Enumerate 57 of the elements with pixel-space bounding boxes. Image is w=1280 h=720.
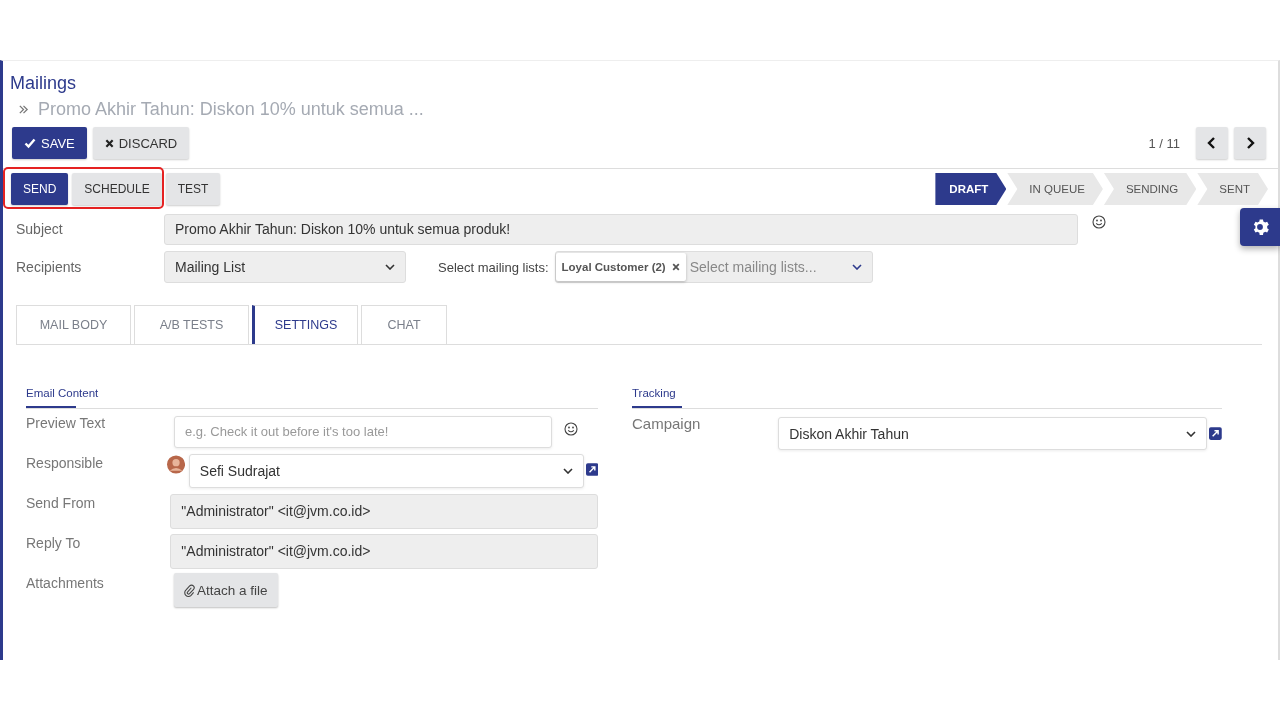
action-button[interactable]: SCHEDULE (72, 173, 162, 205)
subject-field[interactable]: Promo Akhir Tahun: Diskon 10% untuk semua produk! (164, 213, 1078, 245)
paperclip-icon (184, 583, 195, 597)
close-icon[interactable] (671, 263, 680, 271)
preview-text-field[interactable]: e.g. Check it out before it's too late! (174, 415, 552, 448)
mailing-lists-field[interactable]: Loyal Customer (2) Select mailing lists... (554, 251, 873, 283)
tab[interactable]: MAIL BODY (16, 305, 131, 344)
chevron-down-icon (562, 467, 573, 474)
tab[interactable]: A/B TESTS (134, 305, 249, 344)
smiley-icon[interactable] (564, 422, 578, 436)
chevron-right-icon (1245, 137, 1255, 149)
double-chevron-icon (18, 104, 29, 115)
action-button[interactable]: SAVE (12, 127, 87, 159)
action-button[interactable]: DISCARD (92, 127, 190, 159)
tab[interactable]: SETTINGS (252, 305, 358, 344)
stage-tab[interactable]: SENDING (1103, 173, 1197, 205)
chevron-down-icon (851, 264, 862, 270)
stage-tab[interactable]: IN QUEUE (1007, 173, 1103, 205)
external-link-icon[interactable] (1209, 427, 1222, 440)
email-field[interactable]: "Administrator" <it@jvm.co.id> (170, 493, 598, 529)
field-label: Attachments (26, 574, 105, 591)
chevron-left-icon (1207, 137, 1217, 149)
smiley-icon[interactable] (1092, 215, 1106, 229)
record-title: Promo Akhir Tahun: Diskon 10% untuk semua ... (38, 99, 424, 120)
breadcrumb-title[interactable]: Mailings (10, 73, 1278, 97)
tab[interactable]: CHAT (361, 305, 447, 344)
field-label: Preview Text (26, 414, 107, 431)
action-button[interactable]: TEST (165, 173, 221, 205)
chevron-down-icon (385, 264, 395, 270)
field-label: Responsible (26, 454, 105, 471)
email-field[interactable]: "Administrator" <it@jvm.co.id> (170, 533, 598, 569)
chevron-down-icon (1186, 430, 1197, 437)
section-heading: Email Content (26, 387, 598, 409)
responsible-select[interactable]: Sefi Sudrajat (188, 453, 584, 488)
action-button[interactable]: SEND (11, 173, 69, 205)
recipients-select[interactable]: Mailing List (164, 251, 406, 283)
close-icon (104, 138, 114, 148)
campaign-select[interactable]: Diskon Akhir Tahun (778, 417, 1208, 450)
next-button[interactable] (1234, 127, 1266, 159)
stage-tab[interactable]: SENT (1197, 173, 1268, 205)
field-label: Send From (26, 494, 97, 511)
attach-file-button[interactable]: Attach a file (174, 573, 278, 607)
field-label: Reply To (26, 534, 82, 551)
stage-tab[interactable]: DRAFT (935, 173, 1007, 205)
field-label: Subject (16, 221, 64, 237)
section-heading: Tracking (632, 387, 1222, 409)
field-label: Recipients (16, 259, 83, 275)
check-icon (24, 137, 36, 149)
previous-button[interactable] (1196, 127, 1228, 159)
pager-counter: 1 / 11 (1148, 135, 1180, 151)
field-label: Select mailing lists: (438, 259, 549, 275)
avatar-icon (166, 455, 185, 474)
placeholder-text: Select mailing lists... (689, 259, 818, 275)
external-link-icon[interactable] (585, 462, 598, 476)
settings-button[interactable] (1240, 208, 1280, 246)
list-tag: Loyal Customer (2) (555, 253, 686, 281)
field-label: Campaign (632, 414, 702, 432)
